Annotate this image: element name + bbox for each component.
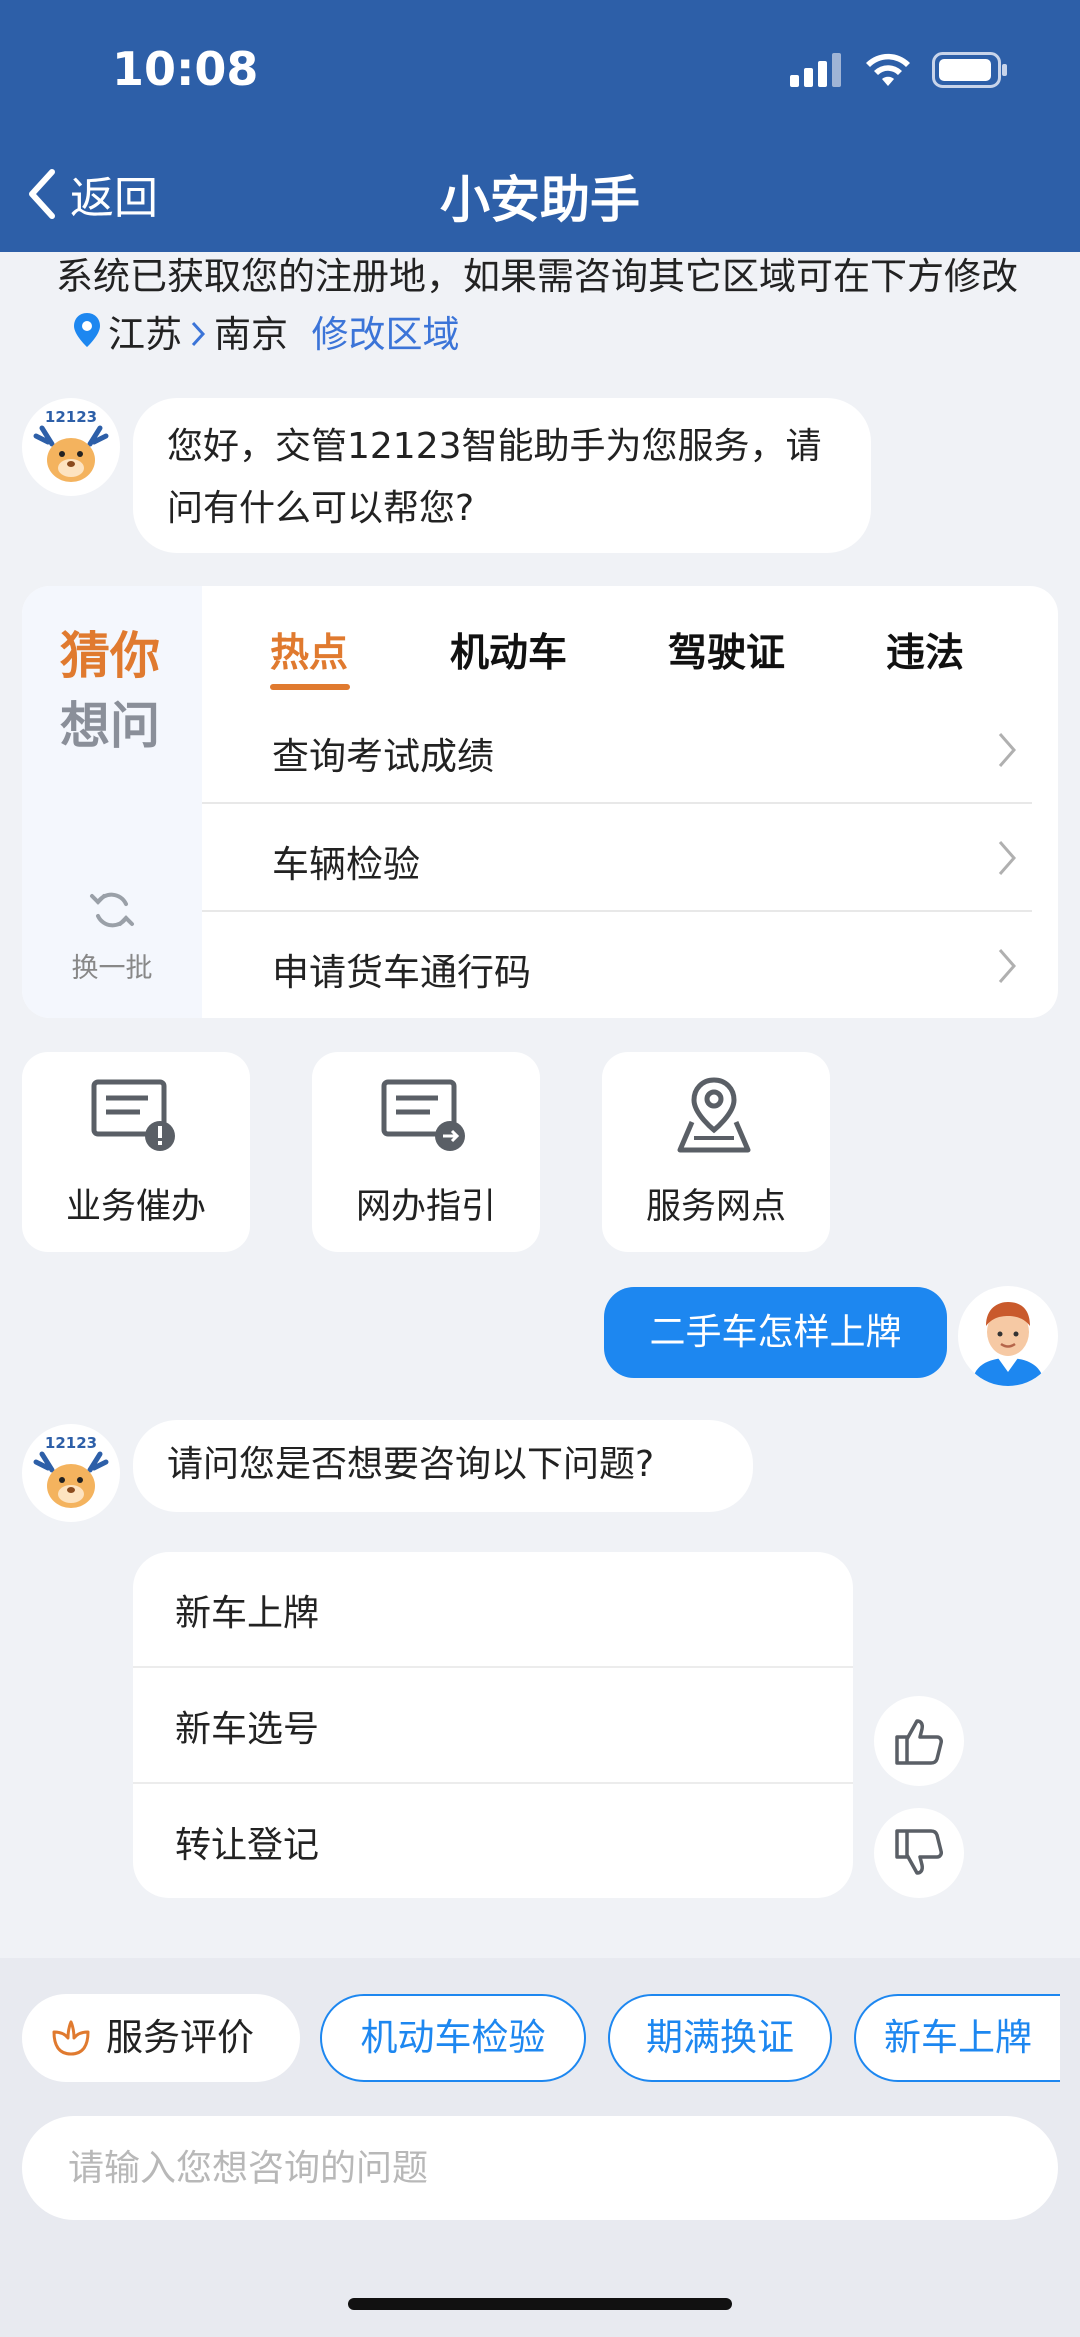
service-guide-button[interactable]: 网办指引 — [312, 1052, 540, 1252]
region-notice: 系统已获取您的注册地，如果需咨询其它区域可在下方修改江苏 南京 修改区域 — [56, 248, 1036, 366]
wifi-icon — [866, 53, 910, 86]
question-row[interactable]: 查询考试成绩 — [202, 696, 1032, 804]
svg-text:12123: 12123 — [45, 408, 97, 426]
quick-chip[interactable]: 新车上牌 — [854, 1994, 1060, 2082]
quick-chip[interactable]: 机动车检验 — [320, 1994, 586, 2082]
message-input[interactable] — [68, 2116, 1008, 2220]
question-row[interactable]: 申请货车通行码 — [202, 912, 1032, 1020]
suggestion-text: 新车上牌 — [175, 1593, 320, 1634]
battery-icon — [932, 52, 1007, 88]
region-province[interactable]: 江苏 — [108, 313, 182, 356]
bot-deer-logo-icon: 12123 — [33, 408, 109, 482]
message-input-box — [22, 2116, 1058, 2220]
chevron-right-icon — [998, 841, 1016, 875]
suggestion-item[interactable]: 新车上牌 — [133, 1552, 853, 1668]
chevron-right-icon — [188, 308, 208, 366]
page-title: 小安助手 — [440, 171, 640, 229]
status-bar: 10:08 — [0, 0, 1080, 140]
suggestion-item[interactable]: 转让登记 — [133, 1784, 853, 1898]
user-avatar — [958, 1286, 1058, 1386]
service-label: 服务网点 — [645, 1187, 786, 1227]
suggestion-text: 新车选号 — [175, 1709, 320, 1750]
service-label: 业务催办 — [65, 1187, 206, 1227]
region-city[interactable]: 南京 — [214, 313, 288, 356]
suggestion-item[interactable]: 新车选号 — [133, 1668, 853, 1784]
status-icons — [790, 52, 1008, 88]
question-text: 查询考试成绩 — [272, 735, 494, 778]
bot-greeting-bubble: 您好，交管12123智能助手为您服务，请问有什么可以帮您? — [133, 398, 871, 553]
user-avatar-icon — [972, 1302, 1044, 1386]
cellular-signal-icon — [790, 53, 841, 87]
suggestion-text: 转让登记 — [175, 1825, 320, 1866]
flower-icon — [52, 2020, 90, 2056]
bot-greeting-text: 您好，交管12123智能助手为您服务，请问有什么可以帮您? — [167, 426, 822, 529]
service-urge-button[interactable]: 业务催办 — [22, 1052, 250, 1252]
bot-deer-logo-icon: 12123 — [33, 1434, 109, 1508]
document-forward-icon — [381, 1079, 465, 1151]
bot-avatar: 12123 — [22, 1424, 120, 1522]
thumbs-down-icon — [895, 1829, 943, 1875]
bot-avatar: 12123 — [22, 398, 120, 496]
question-text: 申请货车通行码 — [272, 951, 531, 994]
chevron-right-icon — [998, 949, 1016, 983]
user-message-bubble: 二手车怎样上牌 — [604, 1287, 947, 1378]
location-pin-icon — [72, 308, 102, 366]
chevron-right-icon — [998, 733, 1016, 767]
modify-region-link[interactable]: 修改区域 — [312, 313, 460, 356]
quick-chip[interactable]: 期满换证 — [608, 1994, 832, 2082]
bot-reply-text: 请问您是否想要咨询以下问题? — [167, 1444, 655, 1485]
bot-reply-bubble: 请问您是否想要咨询以下问题? — [133, 1420, 753, 1512]
thumbs-down-button[interactable] — [874, 1808, 964, 1898]
suggestion-list: 新车上牌 新车选号 转让登记 — [133, 1552, 853, 1898]
thumbs-up-icon — [895, 1719, 943, 1765]
question-text: 车辆检验 — [272, 843, 420, 886]
region-notice-text: 系统已获取您的注册地，如果需咨询其它区域可在下方修改 — [56, 255, 1018, 298]
service-evaluation-chip[interactable]: 服务评价 — [22, 1994, 300, 2082]
user-message-text: 二手车怎样上牌 — [649, 1312, 902, 1353]
question-row[interactable]: 车辆检验 — [202, 804, 1032, 912]
map-pin-icon — [677, 1077, 751, 1153]
svg-text:12123: 12123 — [45, 1434, 97, 1452]
service-label: 网办指引 — [355, 1187, 496, 1227]
nav-bar: 返回 小安助手 — [0, 140, 1080, 252]
question-list: 查询考试成绩 车辆检验 申请货车通行码 — [22, 586, 1058, 1018]
document-alert-icon — [91, 1079, 175, 1151]
thumbs-up-button[interactable] — [874, 1696, 964, 1786]
status-time: 10:08 — [112, 42, 259, 96]
service-outlets-button[interactable]: 服务网点 — [602, 1052, 830, 1252]
service-evaluation-label: 服务评价 — [106, 2016, 254, 2059]
home-indicator — [348, 2298, 732, 2310]
